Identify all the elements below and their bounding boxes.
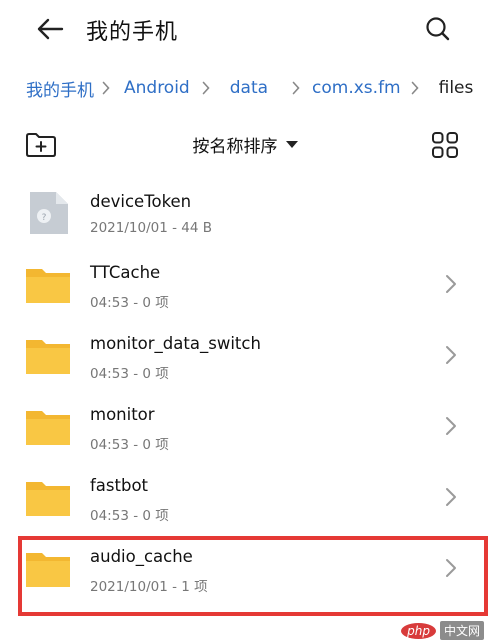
folder-meta: 04:53 - 0 项 — [90, 295, 169, 311]
folder-row-audio-cache[interactable]: audio_cache 2021/10/01 - 1 项 — [0, 535, 490, 606]
chevron-right-icon — [292, 81, 300, 95]
folder-icon — [26, 553, 70, 587]
new-folder-icon — [26, 133, 56, 157]
unknown-file-icon: ? — [30, 192, 68, 234]
folder-name: monitor — [90, 405, 155, 424]
file-meta: 2021/10/01 - 44 B — [90, 220, 212, 236]
folder-row-fastbot[interactable]: fastbot 04:53 - 0 项 — [0, 464, 490, 535]
breadcrumb: 我的手机 Android data com.xs.fm files — [26, 74, 473, 102]
folder-name: audio_cache — [90, 547, 193, 566]
grid-view-icon — [432, 132, 458, 158]
breadcrumb-item-data[interactable]: data — [230, 78, 268, 98]
svg-text:?: ? — [42, 213, 47, 223]
new-folder-button[interactable] — [24, 130, 58, 160]
folder-row-ttcache[interactable]: TTCache 04:53 - 0 项 — [0, 251, 490, 322]
folder-row-monitor-data-switch[interactable]: monitor_data_switch 04:53 - 0 项 — [0, 322, 490, 393]
chevron-right-icon — [202, 81, 210, 95]
page-title: 我的手机 — [86, 20, 179, 45]
folder-icon — [26, 482, 70, 516]
file-list: ? deviceToken 2021/10/01 - 44 B TTCache … — [0, 180, 490, 606]
folder-meta: 04:53 - 0 项 — [90, 437, 169, 453]
search-icon — [426, 17, 450, 41]
breadcrumb-item-com-xs-fm[interactable]: com.xs.fm — [312, 78, 401, 98]
folder-row-monitor[interactable]: monitor 04:53 - 0 项 — [0, 393, 490, 464]
sort-label: 按名称排序 — [192, 137, 278, 157]
grid-view-button[interactable] — [430, 130, 460, 160]
breadcrumb-item-android[interactable]: Android — [124, 78, 190, 98]
folder-name: monitor_data_switch — [90, 334, 261, 353]
app-header: 我的手机 — [0, 0, 490, 58]
chevron-right-icon — [102, 81, 110, 95]
php-logo: php — [401, 622, 436, 639]
breadcrumb-item-my-phone[interactable]: 我的手机 — [26, 76, 94, 101]
file-name: deviceToken — [90, 192, 192, 211]
file-row-devicetoken[interactable]: ? deviceToken 2021/10/01 - 44 B — [0, 180, 490, 251]
folder-meta: 04:53 - 0 项 — [90, 366, 169, 382]
arrow-left-icon — [37, 18, 64, 40]
breadcrumb-item-files: files — [438, 78, 474, 98]
folder-meta: 04:53 - 0 项 — [90, 508, 169, 524]
folder-name: TTCache — [90, 263, 161, 282]
folder-icon — [26, 411, 70, 445]
sort-by-name-button[interactable]: 按名称排序 — [180, 132, 310, 157]
chevron-right-icon — [446, 417, 456, 435]
chevron-right-icon — [446, 346, 456, 364]
chevron-right-icon — [446, 488, 456, 506]
chevron-right-icon — [446, 275, 456, 293]
watermark-text: 中文网 — [439, 621, 484, 640]
toolbar: 按名称排序 — [0, 128, 490, 164]
folder-icon — [26, 269, 70, 303]
folder-icon — [26, 340, 70, 374]
folder-meta: 2021/10/01 - 1 项 — [90, 579, 208, 595]
back-button[interactable] — [30, 12, 70, 46]
chevron-right-icon — [411, 81, 419, 95]
search-button[interactable] — [420, 12, 456, 46]
folder-name: fastbot — [90, 476, 149, 495]
watermark: php 中文网 — [401, 621, 484, 640]
caret-down-icon — [285, 141, 298, 148]
chevron-right-icon — [446, 559, 456, 577]
